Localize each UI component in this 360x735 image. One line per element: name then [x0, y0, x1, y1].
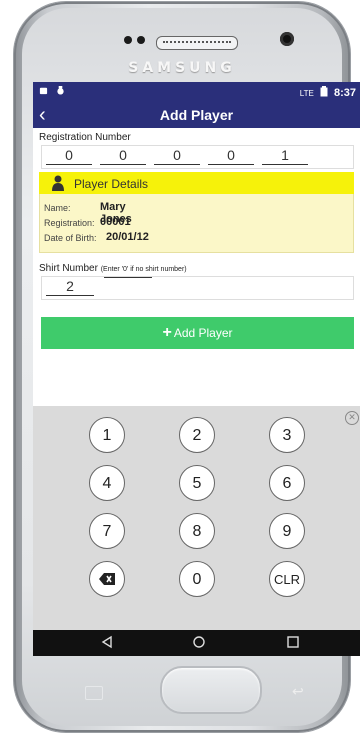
- key-3[interactable]: 3: [269, 417, 305, 453]
- registration-digit-1[interactable]: 0: [46, 146, 92, 165]
- app-notification-icon: [57, 86, 64, 95]
- key-4[interactable]: 4: [89, 465, 125, 501]
- earpiece-speaker: [156, 36, 238, 50]
- screen: LTE 8:37 ‹ Add Player Registration Numbe…: [33, 82, 360, 656]
- backspace-icon: [99, 573, 115, 585]
- registration-label: Registration Number: [39, 132, 131, 143]
- status-right: LTE 8:37: [300, 86, 356, 99]
- dob-value: 20/01/12: [106, 231, 149, 243]
- add-player-button[interactable]: + Add Player: [41, 317, 354, 349]
- brand-logo: SAMSUNG: [128, 60, 236, 76]
- key-8[interactable]: 8: [179, 513, 215, 549]
- status-bar: LTE 8:37: [33, 82, 360, 103]
- registration-detail-value: 00001: [100, 216, 131, 228]
- shirt-number-hint: (Enter '0' if no shirt number): [100, 266, 187, 273]
- back-arrow-icon[interactable]: ‹: [39, 104, 46, 126]
- dob-row: Date of Birth: 20/01/12: [44, 231, 149, 243]
- clock: 8:37: [333, 87, 356, 99]
- close-icon[interactable]: ✕: [345, 411, 359, 425]
- notification-icons: [39, 86, 65, 98]
- name-row: Name: Mary Jones: [44, 201, 132, 225]
- front-sensor-2: [137, 36, 145, 44]
- dob-label: Date of Birth:: [44, 233, 97, 243]
- app-bar: ‹ Add Player: [33, 103, 360, 128]
- front-sensor: [124, 36, 132, 44]
- shirt-number-field[interactable]: 2: [41, 276, 354, 300]
- player-details-card: Name: Mary Jones Registration: 00001 Dat…: [39, 194, 354, 253]
- registration-digit-3[interactable]: 0: [154, 146, 200, 165]
- back-triangle-icon[interactable]: [100, 635, 114, 649]
- hardware-home-button[interactable]: [160, 666, 262, 714]
- shirt-digit-2[interactable]: [104, 277, 152, 278]
- key-2[interactable]: 2: [179, 417, 215, 453]
- backspace-key[interactable]: [89, 561, 125, 597]
- signal-icon: LTE: [299, 89, 314, 98]
- registration-number-field[interactable]: 0 0 0 0 1: [41, 145, 354, 169]
- battery-icon: [320, 86, 328, 97]
- key-5[interactable]: 5: [179, 465, 215, 501]
- recent-square-icon[interactable]: [286, 635, 300, 649]
- add-player-label: Add Player: [173, 326, 233, 340]
- key-0[interactable]: 0: [179, 561, 215, 597]
- key-7[interactable]: 7: [89, 513, 125, 549]
- shirt-digit-1[interactable]: 2: [46, 277, 94, 296]
- front-camera: [280, 32, 294, 46]
- android-icon: [39, 87, 48, 95]
- key-1[interactable]: 1: [89, 417, 125, 453]
- plus-icon: +: [162, 324, 172, 341]
- registration-digit-4[interactable]: 0: [208, 146, 254, 165]
- shirt-number-title: Shirt Number: [39, 263, 98, 274]
- key-9[interactable]: 9: [269, 513, 305, 549]
- hardware-recent-key[interactable]: [85, 686, 103, 700]
- player-details-title: Player Details: [74, 177, 149, 191]
- key-6[interactable]: 6: [269, 465, 305, 501]
- registration-digit-5[interactable]: 1: [262, 146, 308, 165]
- home-circle-icon[interactable]: [192, 635, 206, 649]
- page-title: Add Player: [159, 107, 234, 123]
- name-label: Name:: [44, 203, 71, 213]
- numeric-keypad: ✕ 1 2 3 4 5 6 7 8 9 0 CLR: [33, 406, 360, 630]
- player-details-header: Player Details: [39, 172, 354, 194]
- clear-key[interactable]: CLR: [269, 561, 305, 597]
- shirt-number-label: Shirt Number (Enter '0' if no shirt numb…: [33, 253, 360, 274]
- hardware-back-key[interactable]: ↩: [292, 683, 304, 700]
- registration-digit-2[interactable]: 0: [100, 146, 146, 165]
- registration-row: Registration: 00001: [44, 216, 131, 228]
- system-nav-bar: [33, 630, 360, 656]
- person-icon: [52, 175, 64, 191]
- registration-detail-label: Registration:: [44, 218, 95, 228]
